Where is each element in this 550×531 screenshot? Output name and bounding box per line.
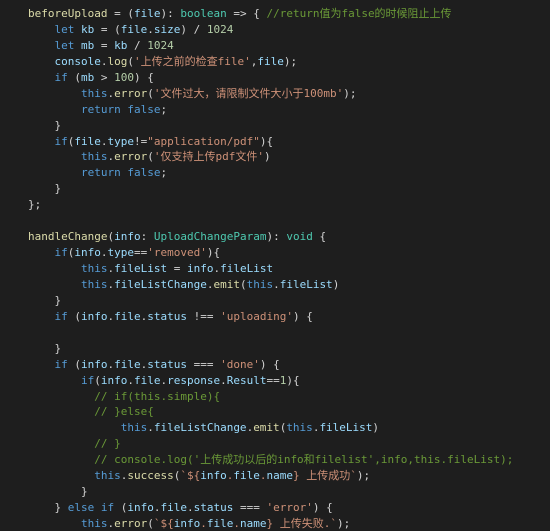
- code-line: let mb = kb / 1024: [28, 39, 174, 52]
- code-line: this.fileListChange.emit(this.fileList): [28, 278, 339, 291]
- code-line: if(info.type=='removed'){: [28, 246, 220, 259]
- code-editor[interactable]: beforeUpload = (file): boolean => { //re…: [0, 0, 550, 531]
- code-line: // if(this.simple){: [28, 390, 220, 403]
- code-line: if(file.type!="application/pdf"){: [28, 135, 273, 148]
- code-line: }: [28, 342, 61, 355]
- code-line: // console.log('上传成功以后的info和filelist',in…: [28, 453, 513, 466]
- code-line: }: [28, 485, 88, 498]
- code-line: };: [28, 198, 41, 211]
- code-line: if (info.file.status === 'done') {: [28, 358, 280, 371]
- code-line: this.fileListChange.emit(this.fileList): [28, 421, 379, 434]
- code-line: this.error(`${info.file.name} 上传失败.`);: [28, 517, 350, 530]
- code-line: this.fileList = info.fileList: [28, 262, 273, 275]
- code-line: if(info.file.response.Result==1){: [28, 374, 300, 387]
- code-line: if (info.file.status !== 'uploading') {: [28, 310, 313, 323]
- code-line: if (mb > 100) {: [28, 71, 154, 84]
- code-line: }: [28, 182, 61, 195]
- code-line: this.success(`${info.file.name} 上传成功`);: [28, 469, 370, 482]
- code-line: this.error('仅支持上传pdf文件'): [28, 150, 271, 163]
- code-line: handleChange(info: UploadChangeParam): v…: [28, 230, 326, 243]
- code-line: // }: [28, 437, 121, 450]
- code-line: }: [28, 294, 61, 307]
- code-line: console.log('上传之前的检查file',file);: [28, 55, 297, 68]
- code-line: // }else{: [28, 405, 154, 418]
- code-line: return false;: [28, 166, 167, 179]
- code-line: let kb = (file.size) / 1024: [28, 23, 233, 36]
- code-line: beforeUpload = (file): boolean => { //re…: [28, 7, 452, 20]
- code-line: }: [28, 119, 61, 132]
- code-line: } else if (info.file.status === 'error')…: [28, 501, 333, 514]
- code-line: this.error('文件过大，请限制文件大小于100mb');: [28, 87, 356, 100]
- code-line: return false;: [28, 103, 167, 116]
